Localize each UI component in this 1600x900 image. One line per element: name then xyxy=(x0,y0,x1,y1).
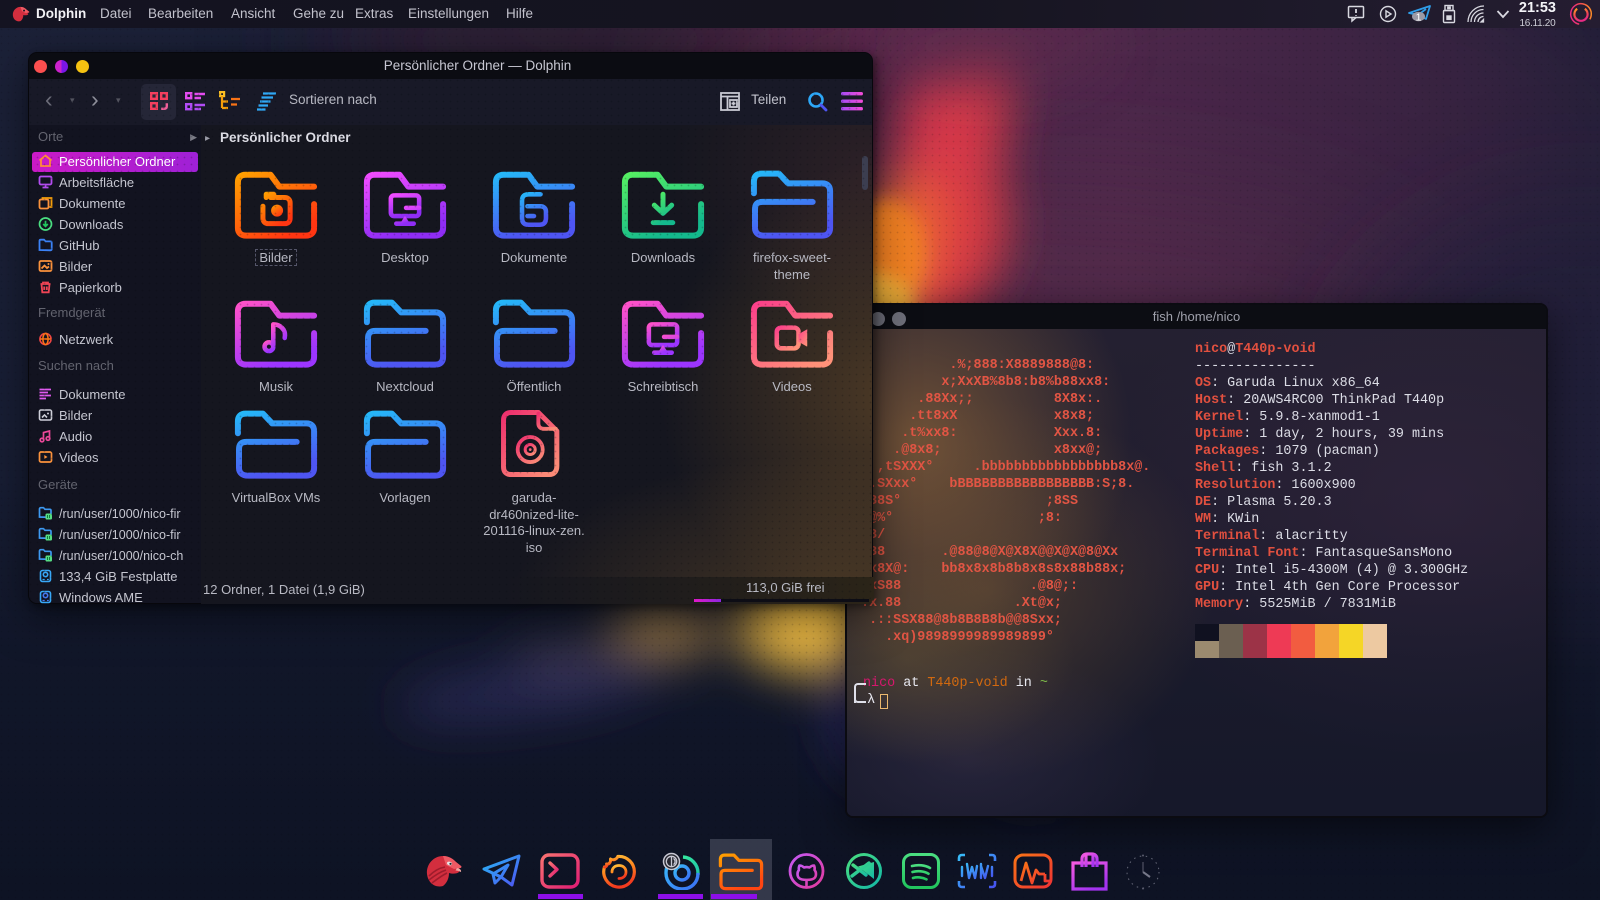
svg-text:1: 1 xyxy=(1416,12,1422,24)
